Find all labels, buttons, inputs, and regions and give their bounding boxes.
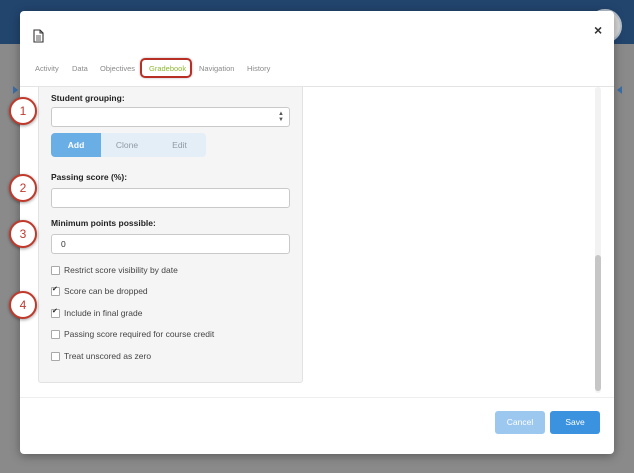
document-icon: [33, 29, 44, 43]
unscored-zero-label: Treat unscored as zero: [64, 351, 152, 361]
score-dropped-label: Score can be dropped: [64, 286, 148, 296]
restrict-visibility-checkbox[interactable]: [51, 266, 60, 275]
callout-3: 3: [9, 220, 37, 248]
right-caret-icon[interactable]: [617, 86, 622, 94]
left-caret-icon[interactable]: [13, 86, 18, 94]
close-icon[interactable]: ×: [594, 22, 602, 38]
check-icon: ✔: [52, 286, 58, 293]
scrollbar[interactable]: [595, 87, 601, 393]
tab-data[interactable]: Data: [72, 64, 88, 73]
grouping-actions: Add Clone Edit: [51, 133, 206, 157]
student-grouping-select[interactable]: ▲ ▼: [51, 107, 290, 127]
passing-required-checkbox[interactable]: [51, 330, 60, 339]
save-button[interactable]: Save: [550, 411, 600, 434]
callout-1: 1: [9, 97, 37, 125]
tab-objectives[interactable]: Objectives: [100, 64, 135, 73]
unscored-zero-checkbox[interactable]: [51, 352, 60, 361]
passing-score-label: Passing score (%):: [51, 172, 128, 182]
passing-score-input[interactable]: [51, 188, 290, 208]
gradebook-tab-highlight: [140, 58, 192, 78]
footer-divider: [20, 397, 614, 398]
callout-2: 2: [9, 174, 37, 202]
passing-required-label: Passing score required for course credit: [64, 329, 215, 339]
tab-history[interactable]: History: [247, 64, 270, 73]
cancel-button[interactable]: Cancel: [495, 411, 545, 434]
minimum-points-input[interactable]: 0: [51, 234, 290, 254]
gradebook-panel: Student grouping: ▲ ▼ Add Clone Edit Pass…: [38, 87, 303, 383]
dialog-scroll-area: Student grouping: ▲ ▼ Add Clone Edit Pass…: [20, 87, 614, 397]
callout-4: 4: [9, 291, 37, 319]
activity-dialog: × Activity Data Objectives Gradebook Nav…: [20, 11, 614, 454]
clone-button[interactable]: Clone: [101, 133, 153, 157]
add-button[interactable]: Add: [51, 133, 101, 157]
edit-button[interactable]: Edit: [153, 133, 206, 157]
student-grouping-label: Student grouping:: [51, 93, 125, 103]
check-icon: ✔: [52, 308, 58, 315]
select-arrows-icon: ▲ ▼: [278, 111, 284, 123]
minimum-points-label: Minimum points possible:: [51, 218, 156, 228]
tab-navigation[interactable]: Navigation: [199, 64, 234, 73]
score-dropped-checkbox[interactable]: ✔: [51, 286, 60, 296]
tab-activity[interactable]: Activity: [35, 64, 59, 73]
restrict-visibility-label: Restrict score visibility by date: [64, 265, 178, 275]
scrollbar-thumb[interactable]: [595, 255, 601, 391]
include-final-checkbox[interactable]: ✔: [51, 308, 60, 318]
include-final-label: Include in final grade: [64, 308, 143, 318]
